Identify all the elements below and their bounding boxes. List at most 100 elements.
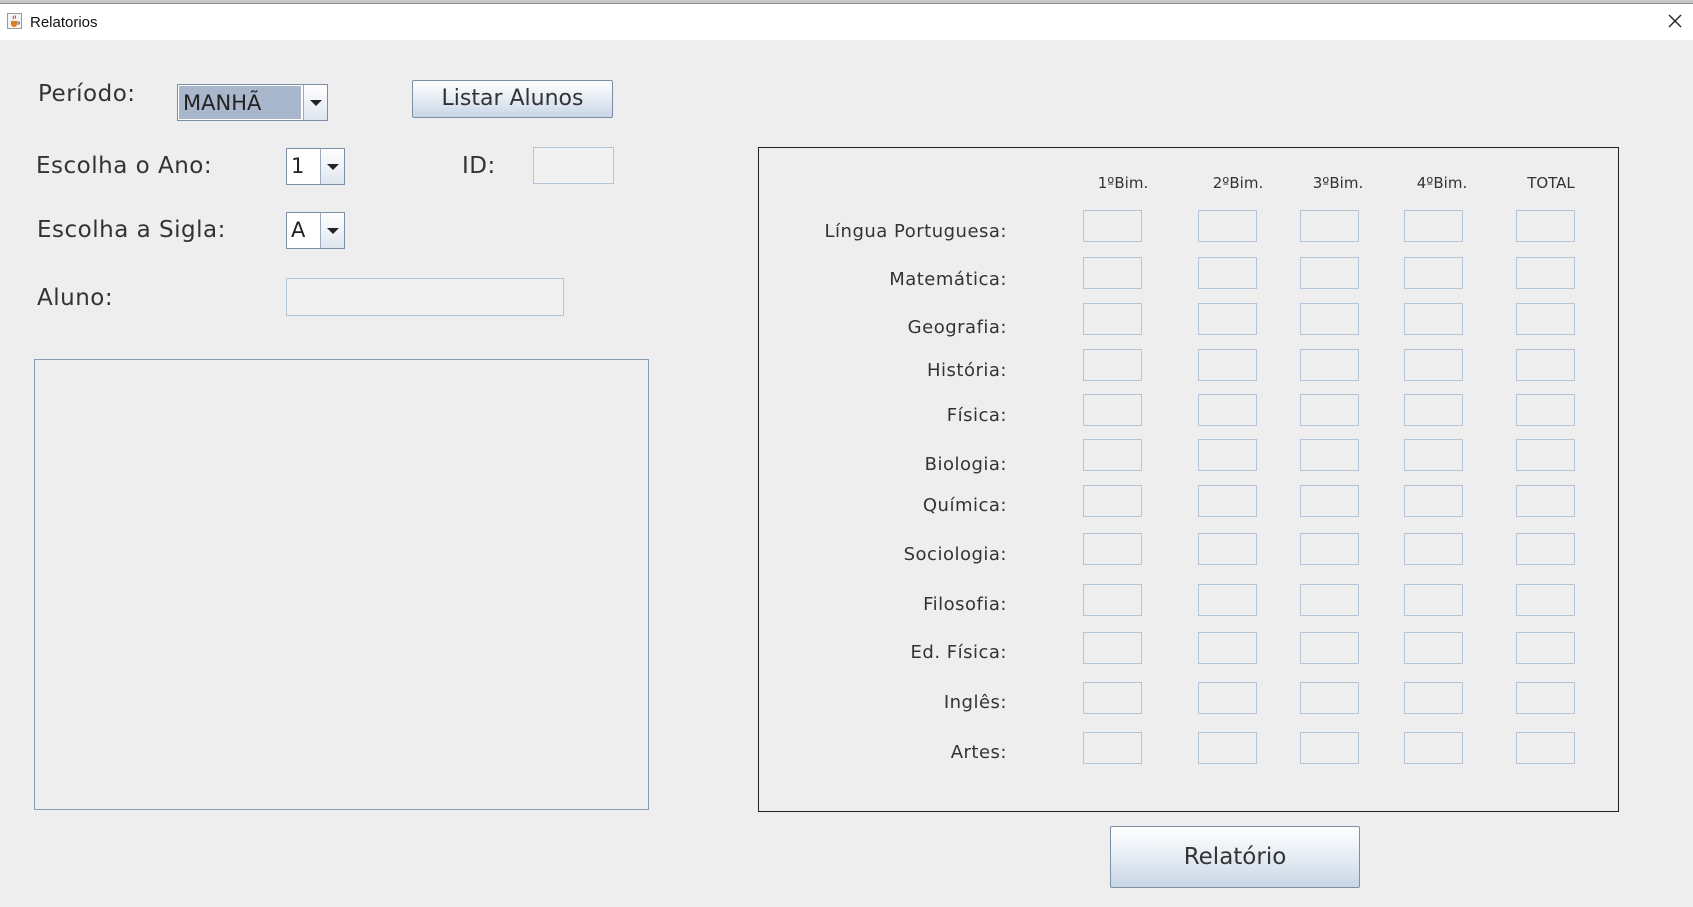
grade-input-1bim[interactable]: [1083, 533, 1142, 565]
subject-fisica: Física:: [946, 405, 1007, 426]
subject-ingles: Inglês:: [943, 692, 1007, 713]
chevron-down-icon[interactable]: [320, 149, 344, 184]
grade-input-total[interactable]: [1516, 439, 1575, 471]
grade-input-2bim[interactable]: [1198, 682, 1257, 714]
grade-input-2bim[interactable]: [1198, 584, 1257, 616]
grade-input-4bim[interactable]: [1404, 439, 1463, 471]
grade-input-4bim[interactable]: [1404, 682, 1463, 714]
id-field[interactable]: [533, 147, 614, 184]
grade-input-2bim[interactable]: [1198, 533, 1257, 565]
grade-input-3bim[interactable]: [1300, 439, 1359, 471]
subject-quimica: Química:: [922, 495, 1007, 516]
grade-input-1bim[interactable]: [1083, 632, 1142, 664]
aluno-label: Aluno:: [37, 285, 114, 311]
grade-input-3bim[interactable]: [1300, 485, 1359, 517]
grade-input-1bim[interactable]: [1083, 210, 1142, 242]
grade-input-1bim[interactable]: [1083, 257, 1142, 289]
column-header-3bim: 3ºBim.: [1312, 174, 1364, 192]
subject-historia: História:: [927, 360, 1007, 381]
listar-alunos-button[interactable]: Listar Alunos: [412, 80, 613, 118]
aluno-field[interactable]: [286, 278, 564, 316]
grade-input-total[interactable]: [1516, 485, 1575, 517]
close-icon[interactable]: [1665, 11, 1685, 31]
grade-input-1bim[interactable]: [1083, 485, 1142, 517]
chevron-down-icon[interactable]: [320, 213, 344, 248]
subject-matematica: Matemática:: [889, 269, 1007, 290]
students-list[interactable]: [34, 359, 649, 810]
chevron-down-icon[interactable]: [303, 85, 327, 120]
grade-input-3bim[interactable]: [1300, 257, 1359, 289]
grade-input-4bim[interactable]: [1404, 584, 1463, 616]
grade-input-1bim[interactable]: [1083, 584, 1142, 616]
grade-input-2bim[interactable]: [1198, 303, 1257, 335]
grade-input-4bim[interactable]: [1404, 303, 1463, 335]
grade-input-2bim[interactable]: [1198, 732, 1257, 764]
grade-input-4bim[interactable]: [1404, 257, 1463, 289]
subject-artes: Artes:: [950, 742, 1007, 763]
title-bar: Relatorios: [0, 4, 1693, 40]
grade-input-total[interactable]: [1516, 210, 1575, 242]
grade-input-3bim[interactable]: [1300, 349, 1359, 381]
grade-input-total[interactable]: [1516, 584, 1575, 616]
column-header-4bim: 4ºBim.: [1416, 174, 1468, 192]
grade-input-3bim[interactable]: [1300, 584, 1359, 616]
subject-filosofia: Filosofia:: [923, 594, 1007, 615]
grade-input-1bim[interactable]: [1083, 682, 1142, 714]
periodo-combo[interactable]: MANHÃ: [177, 84, 328, 121]
grade-input-3bim[interactable]: [1300, 533, 1359, 565]
grade-input-4bim[interactable]: [1404, 210, 1463, 242]
grade-input-3bim[interactable]: [1300, 210, 1359, 242]
grade-input-2bim[interactable]: [1198, 210, 1257, 242]
periodo-value: MANHÃ: [179, 86, 301, 119]
grade-input-total[interactable]: [1516, 257, 1575, 289]
subject-biologia: Biologia:: [924, 454, 1007, 475]
grade-input-2bim[interactable]: [1198, 394, 1257, 426]
grade-input-3bim[interactable]: [1300, 732, 1359, 764]
grade-input-3bim[interactable]: [1300, 682, 1359, 714]
grade-input-3bim[interactable]: [1300, 303, 1359, 335]
grade-input-2bim[interactable]: [1198, 485, 1257, 517]
grade-input-4bim[interactable]: [1404, 394, 1463, 426]
ano-combo[interactable]: 1: [286, 148, 345, 185]
subject-sociologia: Sociologia:: [903, 544, 1007, 565]
column-header-1bim: 1ºBim.: [1097, 174, 1149, 192]
grade-input-total[interactable]: [1516, 632, 1575, 664]
grade-input-total[interactable]: [1516, 533, 1575, 565]
grade-input-total[interactable]: [1516, 394, 1575, 426]
relatorio-button[interactable]: Relatório: [1110, 826, 1360, 888]
grade-input-1bim[interactable]: [1083, 349, 1142, 381]
grade-input-2bim[interactable]: [1198, 257, 1257, 289]
sigla-label: Escolha a Sigla:: [37, 217, 226, 243]
subject-ed-fisica: Ed. Física:: [910, 642, 1007, 663]
grade-input-1bim[interactable]: [1083, 732, 1142, 764]
grade-input-total[interactable]: [1516, 732, 1575, 764]
sigla-combo[interactable]: A: [286, 212, 345, 249]
grade-input-2bim[interactable]: [1198, 632, 1257, 664]
grades-panel: 1ºBim. 2ºBim. 3ºBim. 4ºBim. TOTAL Língua…: [758, 147, 1619, 812]
sigla-value: A: [291, 218, 306, 242]
grade-input-2bim[interactable]: [1198, 349, 1257, 381]
grade-input-4bim[interactable]: [1404, 732, 1463, 764]
grade-input-4bim[interactable]: [1404, 349, 1463, 381]
grade-input-total[interactable]: [1516, 303, 1575, 335]
subject-lingua-portuguesa: Língua Portuguesa:: [824, 221, 1007, 242]
grade-input-2bim[interactable]: [1198, 439, 1257, 471]
grade-input-4bim[interactable]: [1404, 533, 1463, 565]
ano-value: 1: [291, 154, 305, 178]
id-label: ID:: [462, 153, 496, 179]
grade-input-total[interactable]: [1516, 349, 1575, 381]
grade-input-3bim[interactable]: [1300, 394, 1359, 426]
grade-input-1bim[interactable]: [1083, 303, 1142, 335]
grade-input-4bim[interactable]: [1404, 632, 1463, 664]
grade-input-1bim[interactable]: [1083, 439, 1142, 471]
window-title: Relatorios: [30, 14, 98, 31]
column-header-2bim: 2ºBim.: [1212, 174, 1264, 192]
ano-label: Escolha o Ano:: [36, 153, 213, 179]
java-cup-icon: [7, 13, 22, 29]
grade-input-3bim[interactable]: [1300, 632, 1359, 664]
grade-input-total[interactable]: [1516, 682, 1575, 714]
grade-input-1bim[interactable]: [1083, 394, 1142, 426]
grade-input-4bim[interactable]: [1404, 485, 1463, 517]
subject-geografia: Geografia:: [907, 317, 1007, 338]
periodo-label: Período:: [38, 81, 136, 107]
